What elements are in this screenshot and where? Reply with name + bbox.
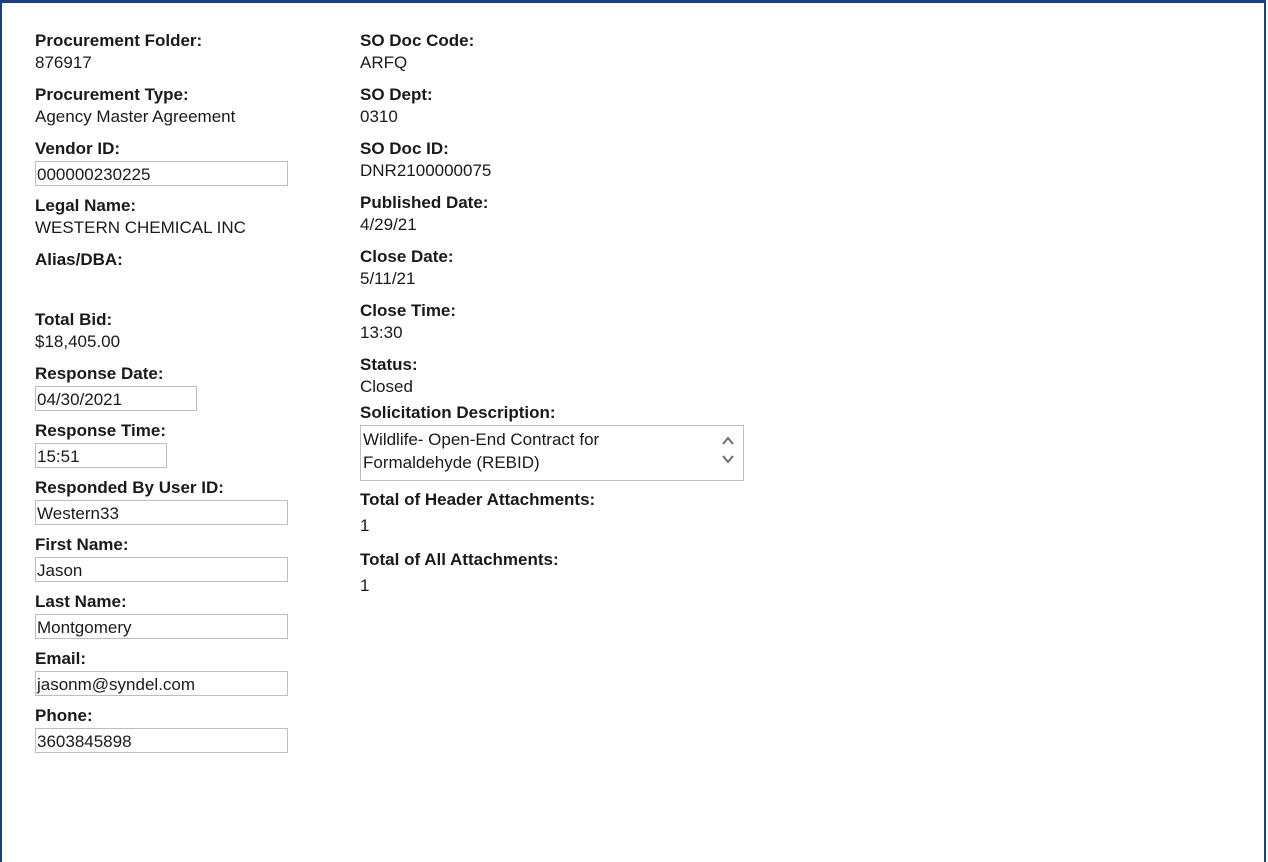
procurement-folder-value: 876917 xyxy=(35,53,92,72)
all-attachments-value: 1 xyxy=(360,576,370,595)
published-date-label: Published Date: xyxy=(360,193,489,212)
first-name-field[interactable]: Jason xyxy=(35,557,288,582)
so-doc-code-label: SO Doc Code: xyxy=(360,31,475,50)
header-attachments-value: 1 xyxy=(360,516,370,535)
last-name-label: Last Name: xyxy=(35,592,127,611)
field-last-name: Last Name: Montgomery xyxy=(35,591,325,639)
response-time-field[interactable]: 15:51 xyxy=(35,443,167,468)
vendor-id-field[interactable]: 000000230225 xyxy=(35,161,288,186)
alias-dba-value xyxy=(35,271,325,293)
left-column: Procurement Folder: 876917 Procurement T… xyxy=(35,30,325,753)
field-so-dept: SO Dept: 0310 xyxy=(360,84,760,128)
all-attachments-label: Total of All Attachments: xyxy=(360,550,559,569)
alias-dba-label: Alias/DBA: xyxy=(35,250,123,269)
field-published-date: Published Date: 4/29/21 xyxy=(360,192,760,236)
close-time-value: 13:30 xyxy=(360,323,403,342)
total-bid-label: Total Bid: xyxy=(35,310,113,329)
response-date-field[interactable]: 04/30/2021 xyxy=(35,386,197,411)
field-status: Status: Closed xyxy=(360,354,760,398)
field-first-name: First Name: Jason xyxy=(35,534,325,582)
procurement-type-value: Agency Master Agreement xyxy=(35,107,236,126)
status-value: Closed xyxy=(360,377,413,396)
response-time-label: Response Time: xyxy=(35,421,167,440)
close-date-value: 5/11/21 xyxy=(360,269,416,288)
response-date-label: Response Date: xyxy=(35,364,164,383)
field-solicitation-description: Solicitation Description: Wildlife- Open… xyxy=(360,402,760,481)
solicitation-description-label: Solicitation Description: xyxy=(360,403,556,422)
field-vendor-id: Vendor ID: 000000230225 xyxy=(35,138,325,186)
so-doc-id-value: DNR2100000075 xyxy=(360,161,492,180)
email-label: Email: xyxy=(35,649,87,668)
field-close-date: Close Date: 5/11/21 xyxy=(360,246,760,290)
field-legal-name: Legal Name: WESTERN CHEMICAL INC xyxy=(35,195,325,239)
published-date-value: 4/29/21 xyxy=(360,215,417,234)
first-name-label: First Name: xyxy=(35,535,129,554)
phone-field[interactable]: 3603845898 xyxy=(35,728,288,753)
vendor-id-label: Vendor ID: xyxy=(35,139,121,158)
field-procurement-type: Procurement Type: Agency Master Agreemen… xyxy=(35,84,325,128)
header-attachments-label: Total of Header Attachments: xyxy=(360,490,596,509)
chevron-down-icon[interactable] xyxy=(721,450,735,468)
field-close-time: Close Time: 13:30 xyxy=(360,300,760,344)
field-alias-dba: Alias/DBA: xyxy=(35,249,325,293)
close-time-label: Close Time: xyxy=(360,301,457,320)
field-procurement-folder: Procurement Folder: 876917 xyxy=(35,30,325,74)
right-column: SO Doc Code: ARFQ SO Dept: 0310 SO Doc I… xyxy=(360,30,760,597)
legal-name-label: Legal Name: xyxy=(35,196,137,215)
email-field[interactable]: jasonm@syndel.com xyxy=(35,671,288,696)
solicitation-description-textarea[interactable]: Wildlife- Open-End Contract for Formalde… xyxy=(360,425,744,481)
phone-label: Phone: xyxy=(35,706,93,725)
solicitation-description-text: Wildlife- Open-End Contract for Formalde… xyxy=(363,430,600,472)
field-responded-by: Responded By User ID: Western33 xyxy=(35,477,325,525)
responded-by-field[interactable]: Western33 xyxy=(35,500,288,525)
field-total-bid: Total Bid: $18,405.00 xyxy=(35,309,325,353)
field-response-date: Response Date: 04/30/2021 xyxy=(35,363,325,411)
field-all-attachments: Total of All Attachments: 1 xyxy=(360,549,760,597)
field-so-doc-code: SO Doc Code: ARFQ xyxy=(360,30,760,74)
last-name-field[interactable]: Montgomery xyxy=(35,614,288,639)
so-dept-label: SO Dept: xyxy=(360,85,433,104)
chevron-up-icon[interactable] xyxy=(721,432,735,450)
responded-by-label: Responded By User ID: xyxy=(35,478,224,497)
description-scrollbar[interactable] xyxy=(721,432,735,474)
total-bid-value: $18,405.00 xyxy=(35,332,121,351)
close-date-label: Close Date: xyxy=(360,247,454,266)
field-response-time: Response Time: 15:51 xyxy=(35,420,325,468)
field-header-attachments: Total of Header Attachments: 1 xyxy=(360,489,760,537)
legal-name-value: WESTERN CHEMICAL INC xyxy=(35,218,246,237)
so-doc-id-label: SO Doc ID: xyxy=(360,139,449,158)
field-phone: Phone: 3603845898 xyxy=(35,705,325,753)
status-label: Status: xyxy=(360,355,418,374)
field-so-doc-id: SO Doc ID: DNR2100000075 xyxy=(360,138,760,182)
procurement-type-label: Procurement Type: xyxy=(35,85,189,104)
procurement-folder-label: Procurement Folder: xyxy=(35,31,203,50)
so-doc-code-value: ARFQ xyxy=(360,53,408,72)
field-email: Email: jasonm@syndel.com xyxy=(35,648,325,696)
so-dept-value: 0310 xyxy=(360,107,398,126)
